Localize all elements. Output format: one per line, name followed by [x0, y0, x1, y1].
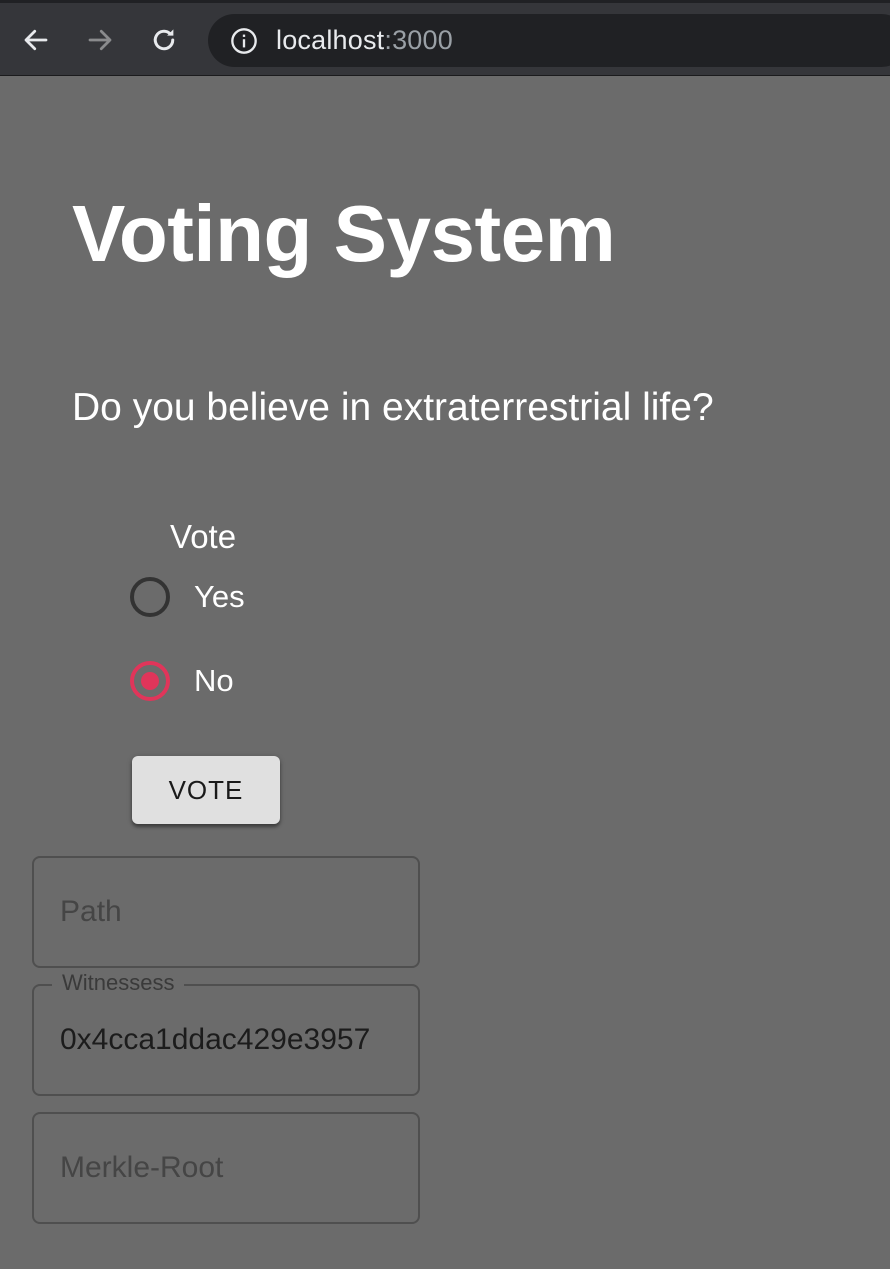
reload-button[interactable] — [144, 20, 184, 60]
radio-option-no[interactable]: No — [130, 659, 234, 703]
poll-question: Do you believe in extraterrestrial life? — [72, 386, 714, 429]
url-host: localhost — [276, 25, 385, 55]
back-button[interactable] — [16, 20, 56, 60]
back-arrow-icon — [24, 29, 48, 51]
witnesses-field: Witnessess — [32, 970, 420, 1096]
witnesses-input[interactable] — [60, 986, 410, 1094]
address-bar[interactable]: localhost:3000 — [208, 14, 890, 67]
path-field — [32, 856, 420, 968]
reload-icon — [153, 29, 175, 51]
path-input[interactable] — [60, 858, 410, 966]
radio-dot — [141, 672, 159, 690]
vote-legend: Vote — [170, 518, 237, 555]
radio-option-yes[interactable]: Yes — [130, 575, 245, 619]
radio-unchecked-icon[interactable] — [130, 577, 170, 617]
page-content: Voting System Do you believe in extrater… — [0, 76, 890, 1269]
radio-checked-icon[interactable] — [130, 661, 170, 701]
forward-arrow-icon — [88, 29, 112, 51]
page-title: Voting System — [72, 189, 616, 278]
forward-button[interactable] — [80, 20, 120, 60]
radio-label-yes: Yes — [194, 579, 245, 614]
url-port: :3000 — [384, 25, 453, 55]
info-icon[interactable] — [230, 27, 258, 55]
radio-label-no: No — [194, 663, 234, 698]
merkle-root-input[interactable] — [60, 1114, 410, 1222]
merkle-root-field — [32, 1112, 420, 1224]
url-text: localhost:3000 — [276, 25, 453, 56]
browser-toolbar: localhost:3000 — [0, 0, 890, 76]
vote-button[interactable]: VOTE — [132, 756, 280, 824]
